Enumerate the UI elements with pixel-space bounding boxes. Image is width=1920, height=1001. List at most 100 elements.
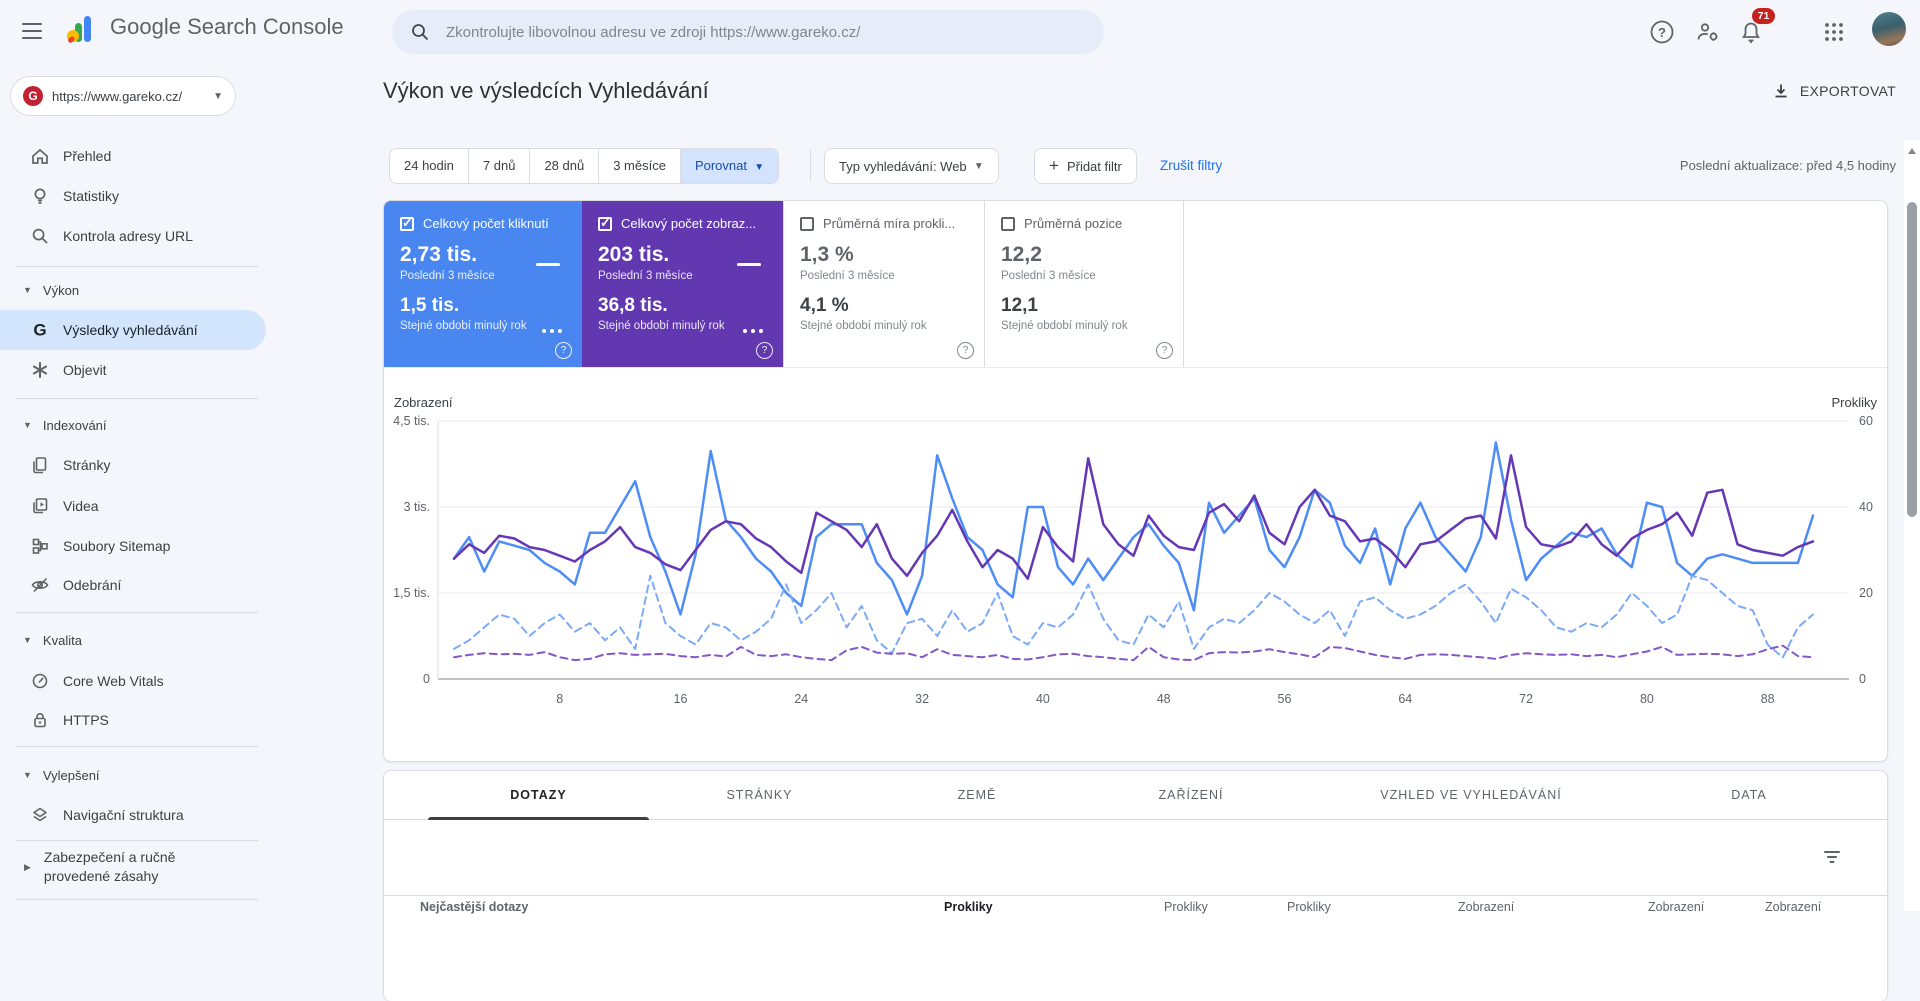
tab-vzhled[interactable]: VZHLED VE VYHLEDÁVÁNÍ [1298,771,1644,819]
sidebar-divider [16,398,258,399]
chevron-down-icon: ▼ [973,160,984,172]
column-header-queries[interactable]: Nejčastější dotazy [420,900,528,914]
checkbox-unchecked[interactable] [800,216,814,231]
sidebar-item-kontrola-url[interactable]: Kontrola adresy URL [0,216,266,256]
help-icon[interactable]: ? [1648,18,1676,46]
svg-text:3 tis.: 3 tis. [404,500,430,514]
sidebar-item-prehled[interactable]: Přehled [0,136,266,176]
svg-text:48: 48 [1157,692,1171,706]
search-icon [410,22,430,42]
solid-line-legend-mark [536,263,560,266]
chevron-down-icon: ▼ [23,285,32,295]
column-header[interactable]: Prokliky [944,900,993,914]
column-header[interactable]: Zobrazení [1458,900,1514,914]
url-inspection-searchbar[interactable] [392,10,1104,54]
chevron-down-icon: ▼ [754,162,765,173]
svg-text:0: 0 [423,672,430,686]
metric-tiles: ✓ Celkový počet kliknutí 2,73 tis. Posled… [384,201,1887,368]
chevron-down-icon: ▼ [23,420,32,430]
metric-tile-clicks[interactable]: ✓ Celkový počet kliknutí 2,73 tis. Posled… [384,201,582,367]
sidebar-item-navigacni-struktura[interactable]: Navigační struktura [0,795,266,835]
metric-tile-impressions[interactable]: ✓ Celkový počet zobraz... 203 tis. Posled… [582,201,783,367]
sidebar-item-objevit[interactable]: Objevit [0,350,266,390]
svg-text:64: 64 [1398,692,1412,706]
svg-text:32: 32 [915,692,929,706]
user-settings-icon[interactable] [1694,18,1722,46]
property-url: https://www.gareko.cz/ [52,88,183,104]
svg-text:4,5 tis.: 4,5 tis. [393,414,430,428]
video-pages-icon [30,496,50,516]
google-apps-grid-icon[interactable] [1820,18,1848,46]
svg-text:80: 80 [1640,692,1654,706]
date-range-7d[interactable]: 7 dnů [469,149,531,183]
sidebar-item-zabezpeceni[interactable]: ▶ Zabezpečení a ručně provedené zásahy [0,848,266,886]
help-icon[interactable]: ? [957,342,974,359]
gauge-icon [30,671,50,691]
product-title: Google Search Console [110,14,344,39]
column-header[interactable]: Prokliky [1287,900,1331,914]
search-input[interactable] [444,22,1086,42]
sidebar-item-vysledky-vyhledavani[interactable]: G Výsledky vyhledávání [0,310,266,350]
sidebar-section-indexovani[interactable]: ▼ Indexování [0,407,266,443]
help-icon[interactable]: ? [555,342,572,359]
sidebar-item-https[interactable]: HTTPS [0,700,266,740]
sidebar-divider [16,840,258,841]
help-icon[interactable]: ? [756,342,773,359]
column-header[interactable]: Zobrazení [1648,900,1704,914]
property-selector[interactable]: G https://www.gareko.cz/ ▼ [10,76,236,116]
checkbox-unchecked[interactable] [1001,216,1015,231]
compare-dropdown[interactable]: Porovnat ▼ [680,149,779,183]
solid-line-legend-mark [737,263,761,266]
svg-text:40: 40 [1036,692,1050,706]
svg-text:16: 16 [674,692,688,706]
chevron-right-icon: ▶ [24,862,31,872]
export-button[interactable]: EXPORTOVAT [1772,82,1896,100]
svg-text:Zobrazení: Zobrazení [394,395,453,410]
add-filter-chip[interactable]: + Přidat filtr [1034,148,1137,184]
filter-list-icon[interactable] [1821,846,1843,868]
avatar[interactable] [1872,12,1906,46]
date-range-24h[interactable]: 24 hodin [390,149,469,183]
help-icon[interactable]: ? [1156,342,1173,359]
checkbox-checked[interactable]: ✓ [400,215,414,231]
sidebar-section-vykon[interactable]: ▼ Výkon [0,272,266,308]
sidebar-item-odebrani[interactable]: Odebrání [0,565,266,605]
sidebar-item-videa[interactable]: Videa [0,486,266,526]
sidebar-item-core-web-vitals[interactable]: Core Web Vitals [0,661,266,701]
scroll-up-arrow-icon[interactable] [1908,148,1916,154]
scrollbar-thumb[interactable] [1907,202,1917,517]
sidebar-section-vylepseni[interactable]: ▼ Vylepšení [0,757,266,793]
menu-button[interactable] [22,23,42,39]
sidebar-item-soubory-sitemap[interactable]: Soubory Sitemap [0,526,266,566]
tab-zeme[interactable]: ZEMĚ [870,771,1084,819]
chevron-down-icon: ▼ [213,90,223,102]
date-range-3m[interactable]: 3 měsíce [599,149,681,183]
column-header[interactable]: Prokliky [1164,900,1208,914]
checkbox-checked[interactable]: ✓ [598,215,612,231]
property-favicon: G [23,86,43,106]
table-header-row: Nejčastější dotazy Prokliky Prokliky Pro… [384,896,1887,956]
tab-dotazy[interactable]: DOTAZY [428,771,649,819]
date-range-28d[interactable]: 28 dnů [530,149,600,183]
last-update-status: Poslední aktualizace: před 4,5 hodiny [1679,158,1896,173]
metric-tile-ctr[interactable]: Průměrná míra prokli... 1,3 % Poslední 3… [783,201,984,367]
tab-zarizeni[interactable]: ZAŘÍZENÍ [1084,771,1298,819]
page-title: Výkon ve výsledcích Vyhledávání [383,78,709,103]
chevron-down-icon: ▼ [23,635,32,645]
dimension-tabs: DOTAZY STRÁNKY ZEMĚ ZAŘÍZENÍ VZHLED VE V… [384,771,1887,820]
sidebar-section-kvalita[interactable]: ▼ Kvalita [0,622,266,658]
pages-icon [30,455,50,475]
reset-filters-link[interactable]: Zrušit filtry [1160,158,1222,173]
search-type-chip[interactable]: Typ vyhledávání: Web ▼ [824,148,999,184]
metric-tile-position[interactable]: Průměrná pozice 12,2 Poslední 3 měsíce 1… [984,201,1184,367]
notifications-bell-icon[interactable] [1738,20,1766,48]
sidebar-item-stranky[interactable]: Stránky [0,445,266,485]
svg-text:0: 0 [1859,672,1866,686]
sidebar-item-statistiky[interactable]: Statistiky [0,176,266,216]
svg-text:56: 56 [1278,692,1292,706]
notification-count-badge: 71 [1752,8,1775,24]
column-header[interactable]: Zobrazení [1765,900,1821,914]
tab-data[interactable]: DATA [1644,771,1854,819]
scrollbar-track[interactable] [1904,140,1920,911]
tab-stranky[interactable]: STRÁNKY [649,771,870,819]
